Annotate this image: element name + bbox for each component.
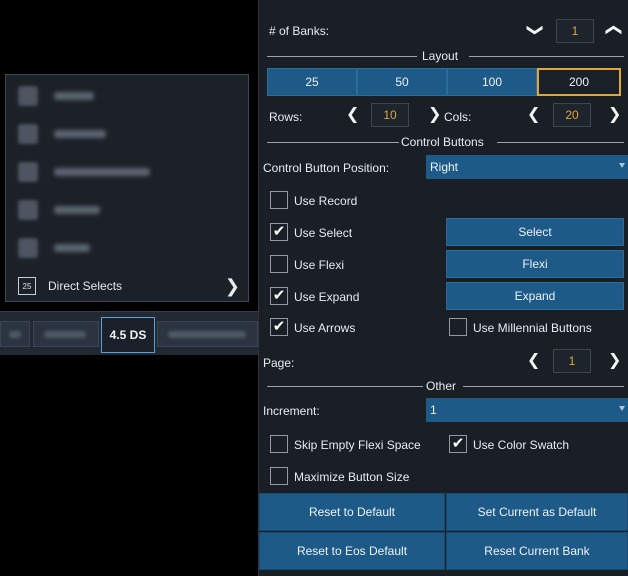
- use-flexi-checkbox[interactable]: [270, 255, 288, 273]
- layout-option-100[interactable]: 100: [447, 68, 537, 96]
- layout-option-25[interactable]: 25: [267, 68, 357, 96]
- menu-item-blurred-1[interactable]: [18, 83, 238, 109]
- tab-bar: 4.5 DS: [0, 311, 258, 355]
- use-arrows-label: Use Arrows: [294, 321, 356, 335]
- rows-decrement-icon[interactable]: ❯: [346, 107, 359, 124]
- expand-button[interactable]: Expand: [446, 282, 624, 310]
- blurred-label: [54, 206, 100, 214]
- banks-value[interactable]: 1: [556, 19, 594, 43]
- tab-active[interactable]: 4.5 DS: [101, 317, 155, 353]
- use-record-label: Use Record: [294, 194, 358, 208]
- rows-label: Rows:: [269, 110, 303, 124]
- page-increment-icon[interactable]: ❯: [608, 353, 621, 369]
- menu-item-blurred-2[interactable]: [18, 121, 238, 147]
- background-bottom-left: [0, 356, 258, 576]
- reset-default-button[interactable]: Reset to Default: [259, 493, 445, 531]
- context-menu: 25 Direct Selects ❯: [5, 74, 249, 302]
- layout-option-200[interactable]: 200: [537, 68, 621, 96]
- blurred-icon: [18, 200, 38, 220]
- use-color-swatch-label: Use Color Swatch: [473, 438, 570, 452]
- chevron-up-icon[interactable]: ❯: [605, 23, 622, 36]
- blurred-label: [54, 92, 94, 100]
- use-record-checkbox[interactable]: [270, 191, 288, 209]
- flexi-button[interactable]: Flexi: [446, 250, 624, 278]
- tab-blurred-2[interactable]: [33, 321, 99, 347]
- cols-value[interactable]: 20: [553, 103, 591, 127]
- layout-option-50[interactable]: 50: [357, 68, 447, 96]
- control-buttons-section-header: Control Buttons: [267, 135, 624, 149]
- blurred-label: [54, 130, 106, 138]
- dropdown-arrow-icon: [619, 163, 625, 168]
- other-title: Other: [426, 379, 457, 393]
- rows-value[interactable]: 10: [371, 103, 409, 127]
- use-select-label: Use Select: [294, 226, 353, 240]
- other-section-header: Other: [267, 379, 624, 393]
- use-millennial-checkbox[interactable]: [449, 318, 467, 336]
- blurred-icon: [18, 238, 38, 258]
- position-dropdown[interactable]: Right: [426, 155, 628, 179]
- layout-title: Layout: [422, 49, 459, 63]
- tab-blurred-1[interactable]: [0, 321, 30, 347]
- page-value[interactable]: 1: [553, 349, 591, 373]
- increment-dropdown[interactable]: 1: [426, 398, 628, 422]
- select-button[interactable]: Select: [446, 218, 624, 246]
- position-label: Control Button Position:: [263, 161, 390, 175]
- menu-item-blurred-4[interactable]: [18, 197, 238, 223]
- blurred-label: [54, 244, 90, 252]
- cols-increment-icon[interactable]: ❯: [608, 107, 621, 123]
- maximize-label: Maximize Button Size: [294, 470, 410, 484]
- banks-label: # of Banks:: [269, 24, 330, 38]
- blurred-icon: [18, 86, 38, 106]
- dropdown-arrow-icon: [619, 406, 625, 411]
- maximize-checkbox[interactable]: [270, 467, 288, 485]
- direct-selects-config-panel: # of Banks: ❯ 1 ❯ Layout 25 50 100 200 R…: [258, 0, 628, 576]
- increment-value: 1: [430, 403, 437, 417]
- menu-item-direct-selects[interactable]: 25 Direct Selects ❯: [18, 273, 242, 299]
- blurred-icon: [18, 124, 38, 144]
- chevron-right-icon: ❯: [224, 276, 240, 296]
- use-flexi-label: Use Flexi: [294, 258, 345, 272]
- use-color-swatch-checkbox[interactable]: ✔: [449, 435, 467, 453]
- skip-empty-label: Skip Empty Flexi Space: [294, 438, 421, 452]
- direct-selects-icon: 25: [18, 277, 36, 295]
- rows-increment-icon[interactable]: ❯: [428, 107, 441, 123]
- reset-current-bank-button[interactable]: Reset Current Bank: [446, 532, 628, 570]
- control-buttons-title: Control Buttons: [401, 135, 484, 149]
- page-decrement-icon[interactable]: ❯: [527, 353, 540, 370]
- position-value: Right: [430, 160, 459, 174]
- use-expand-checkbox[interactable]: ✔: [270, 287, 288, 305]
- menu-item-blurred-3[interactable]: [18, 159, 238, 185]
- use-millennial-label: Use Millennial Buttons: [473, 321, 592, 335]
- page-label: Page:: [263, 356, 295, 370]
- use-select-checkbox[interactable]: ✔: [270, 223, 288, 241]
- cols-decrement-icon[interactable]: ❯: [527, 107, 540, 124]
- layout-section-header: Layout: [267, 49, 624, 63]
- use-arrows-checkbox[interactable]: ✔: [270, 318, 288, 336]
- blurred-label: [54, 168, 150, 176]
- tab-blurred-3[interactable]: [157, 321, 258, 347]
- use-expand-label: Use Expand: [294, 290, 360, 304]
- menu-item-blurred-5[interactable]: [18, 235, 238, 261]
- set-current-default-button[interactable]: Set Current as Default: [446, 493, 628, 531]
- blurred-icon: [18, 162, 38, 182]
- cols-label: Cols:: [444, 110, 472, 124]
- direct-selects-label: Direct Selects: [48, 279, 123, 293]
- reset-eos-default-button[interactable]: Reset to Eos Default: [259, 532, 445, 570]
- skip-empty-checkbox[interactable]: [270, 435, 288, 453]
- chevron-down-icon[interactable]: ❯: [527, 23, 544, 36]
- increment-label: Increment:: [263, 404, 320, 418]
